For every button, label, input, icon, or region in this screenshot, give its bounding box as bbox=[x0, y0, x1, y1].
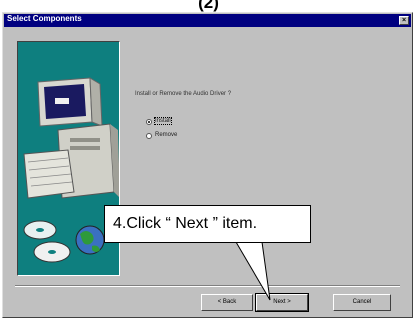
close-button[interactable]: × bbox=[399, 16, 409, 25]
remove-label[interactable]: Remove bbox=[155, 132, 177, 138]
cancel-button[interactable]: Cancel bbox=[333, 294, 391, 311]
install-prompt: Install or Remove the Audio Driver ? bbox=[135, 91, 232, 97]
install-label[interactable]: Install bbox=[154, 117, 172, 125]
remove-radio[interactable] bbox=[146, 133, 152, 139]
title-bar: Select Components × bbox=[4, 14, 411, 27]
instruction-callout: 4.Click “ Next ” item. bbox=[104, 205, 311, 243]
button-separator bbox=[15, 285, 400, 287]
back-button[interactable]: < Back bbox=[201, 294, 253, 311]
window-title: Select Components bbox=[7, 14, 82, 23]
install-radio[interactable] bbox=[146, 119, 152, 125]
next-button[interactable]: Next > bbox=[255, 293, 309, 312]
select-components-dialog: Select Components × Install or Remove th… bbox=[2, 12, 413, 318]
